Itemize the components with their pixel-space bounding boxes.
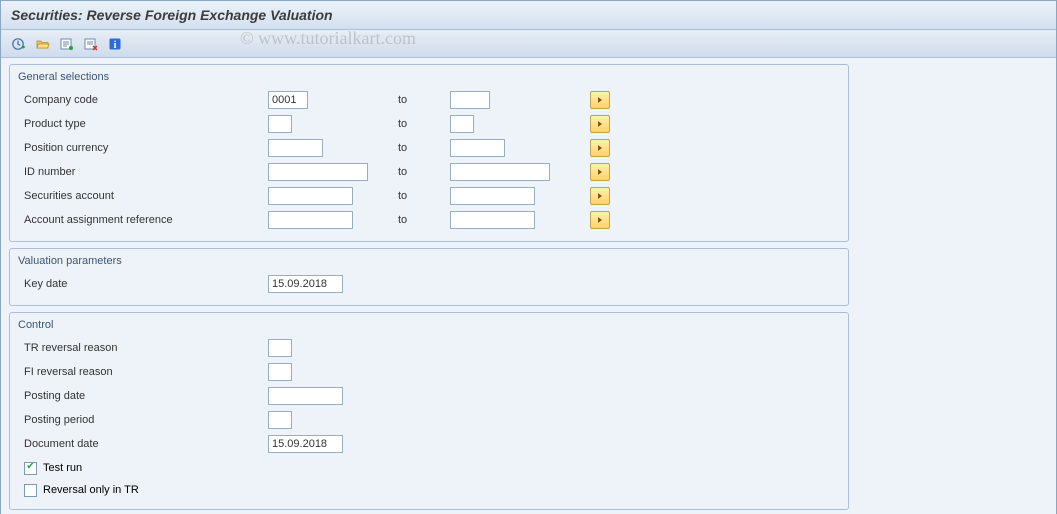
- label-reversal-only-in-tr: Reversal only in TR: [43, 484, 139, 496]
- page-title: Securities: Reverse Foreign Exchange Val…: [1, 1, 1056, 30]
- to-label: to: [398, 166, 450, 178]
- folder-open-icon: [35, 36, 51, 52]
- company-code-from[interactable]: [268, 91, 308, 109]
- to-label: to: [398, 190, 450, 202]
- group-title-valuation: Valuation parameters: [18, 255, 840, 267]
- clock-execute-icon: [11, 36, 27, 52]
- multi-select-id-number[interactable]: [590, 163, 610, 181]
- label-id-number: ID number: [18, 166, 268, 178]
- selection-options-button[interactable]: [57, 34, 77, 54]
- row-document-date: Document date: [18, 433, 840, 455]
- row-account-assignment-reference: Account assignment reference to: [18, 209, 840, 231]
- to-label: to: [398, 118, 450, 130]
- company-code-to[interactable]: [450, 91, 490, 109]
- group-title-general: General selections: [18, 71, 840, 83]
- form-delete-icon: [83, 36, 99, 52]
- arrow-right-icon: [596, 168, 604, 176]
- group-valuation-parameters: Valuation parameters Key date: [9, 248, 849, 306]
- label-posting-period: Posting period: [18, 414, 268, 426]
- fi-reversal-reason-field[interactable]: [268, 363, 292, 381]
- to-label: to: [398, 214, 450, 226]
- multi-select-account-assignment[interactable]: [590, 211, 610, 229]
- arrow-right-icon: [596, 120, 604, 128]
- row-tr-reversal-reason: TR reversal reason: [18, 337, 840, 359]
- arrow-right-icon: [596, 192, 604, 200]
- label-key-date: Key date: [18, 278, 268, 290]
- to-label: to: [398, 142, 450, 154]
- key-date-field[interactable]: [268, 275, 343, 293]
- multi-select-position-currency[interactable]: [590, 139, 610, 157]
- row-fi-reversal-reason: FI reversal reason: [18, 361, 840, 383]
- row-id-number: ID number to: [18, 161, 840, 183]
- row-position-currency: Position currency to: [18, 137, 840, 159]
- row-posting-period: Posting period: [18, 409, 840, 431]
- svg-text:i: i: [114, 40, 117, 51]
- row-test-run: Test run: [18, 457, 840, 479]
- arrow-right-icon: [596, 96, 604, 104]
- info-button[interactable]: i: [105, 34, 125, 54]
- label-product-type: Product type: [18, 118, 268, 130]
- label-fi-reversal-reason: FI reversal reason: [18, 366, 268, 378]
- position-currency-from[interactable]: [268, 139, 323, 157]
- row-key-date: Key date: [18, 273, 840, 295]
- row-reversal-only-in-tr: Reversal only in TR: [18, 479, 840, 501]
- row-securities-account: Securities account to: [18, 185, 840, 207]
- label-company-code: Company code: [18, 94, 268, 106]
- label-securities-account: Securities account: [18, 190, 268, 202]
- id-number-from[interactable]: [268, 163, 368, 181]
- reversal-only-in-tr-checkbox[interactable]: [24, 484, 37, 497]
- row-company-code: Company code to: [18, 89, 840, 111]
- delete-selection-button[interactable]: [81, 34, 101, 54]
- arrow-right-icon: [596, 216, 604, 224]
- label-account-assignment-reference: Account assignment reference: [18, 214, 268, 226]
- group-control: Control TR reversal reason FI reversal r…: [9, 312, 849, 510]
- arrow-right-icon: [596, 144, 604, 152]
- product-type-from[interactable]: [268, 115, 292, 133]
- account-assignment-from[interactable]: [268, 211, 353, 229]
- multi-select-product-type[interactable]: [590, 115, 610, 133]
- content-area: General selections Company code to Produ…: [1, 58, 1056, 514]
- account-assignment-to[interactable]: [450, 211, 535, 229]
- row-product-type: Product type to: [18, 113, 840, 135]
- form-options-icon: [59, 36, 75, 52]
- tr-reversal-reason-field[interactable]: [268, 339, 292, 357]
- label-tr-reversal-reason: TR reversal reason: [18, 342, 268, 354]
- row-posting-date: Posting date: [18, 385, 840, 407]
- label-document-date: Document date: [18, 438, 268, 450]
- securities-account-to[interactable]: [450, 187, 535, 205]
- securities-account-from[interactable]: [268, 187, 353, 205]
- posting-date-field[interactable]: [268, 387, 343, 405]
- group-title-control: Control: [18, 319, 840, 331]
- group-general-selections: General selections Company code to Produ…: [9, 64, 849, 242]
- id-number-to[interactable]: [450, 163, 550, 181]
- label-test-run: Test run: [43, 462, 82, 474]
- document-date-field[interactable]: [268, 435, 343, 453]
- to-label: to: [398, 94, 450, 106]
- position-currency-to[interactable]: [450, 139, 505, 157]
- toolbar: i: [1, 30, 1056, 58]
- multi-select-securities-account[interactable]: [590, 187, 610, 205]
- multi-select-company-code[interactable]: [590, 91, 610, 109]
- execute-button[interactable]: [9, 34, 29, 54]
- label-position-currency: Position currency: [18, 142, 268, 154]
- posting-period-field[interactable]: [268, 411, 292, 429]
- test-run-checkbox[interactable]: [24, 462, 37, 475]
- product-type-to[interactable]: [450, 115, 474, 133]
- label-posting-date: Posting date: [18, 390, 268, 402]
- info-icon: i: [107, 36, 123, 52]
- get-variant-button[interactable]: [33, 34, 53, 54]
